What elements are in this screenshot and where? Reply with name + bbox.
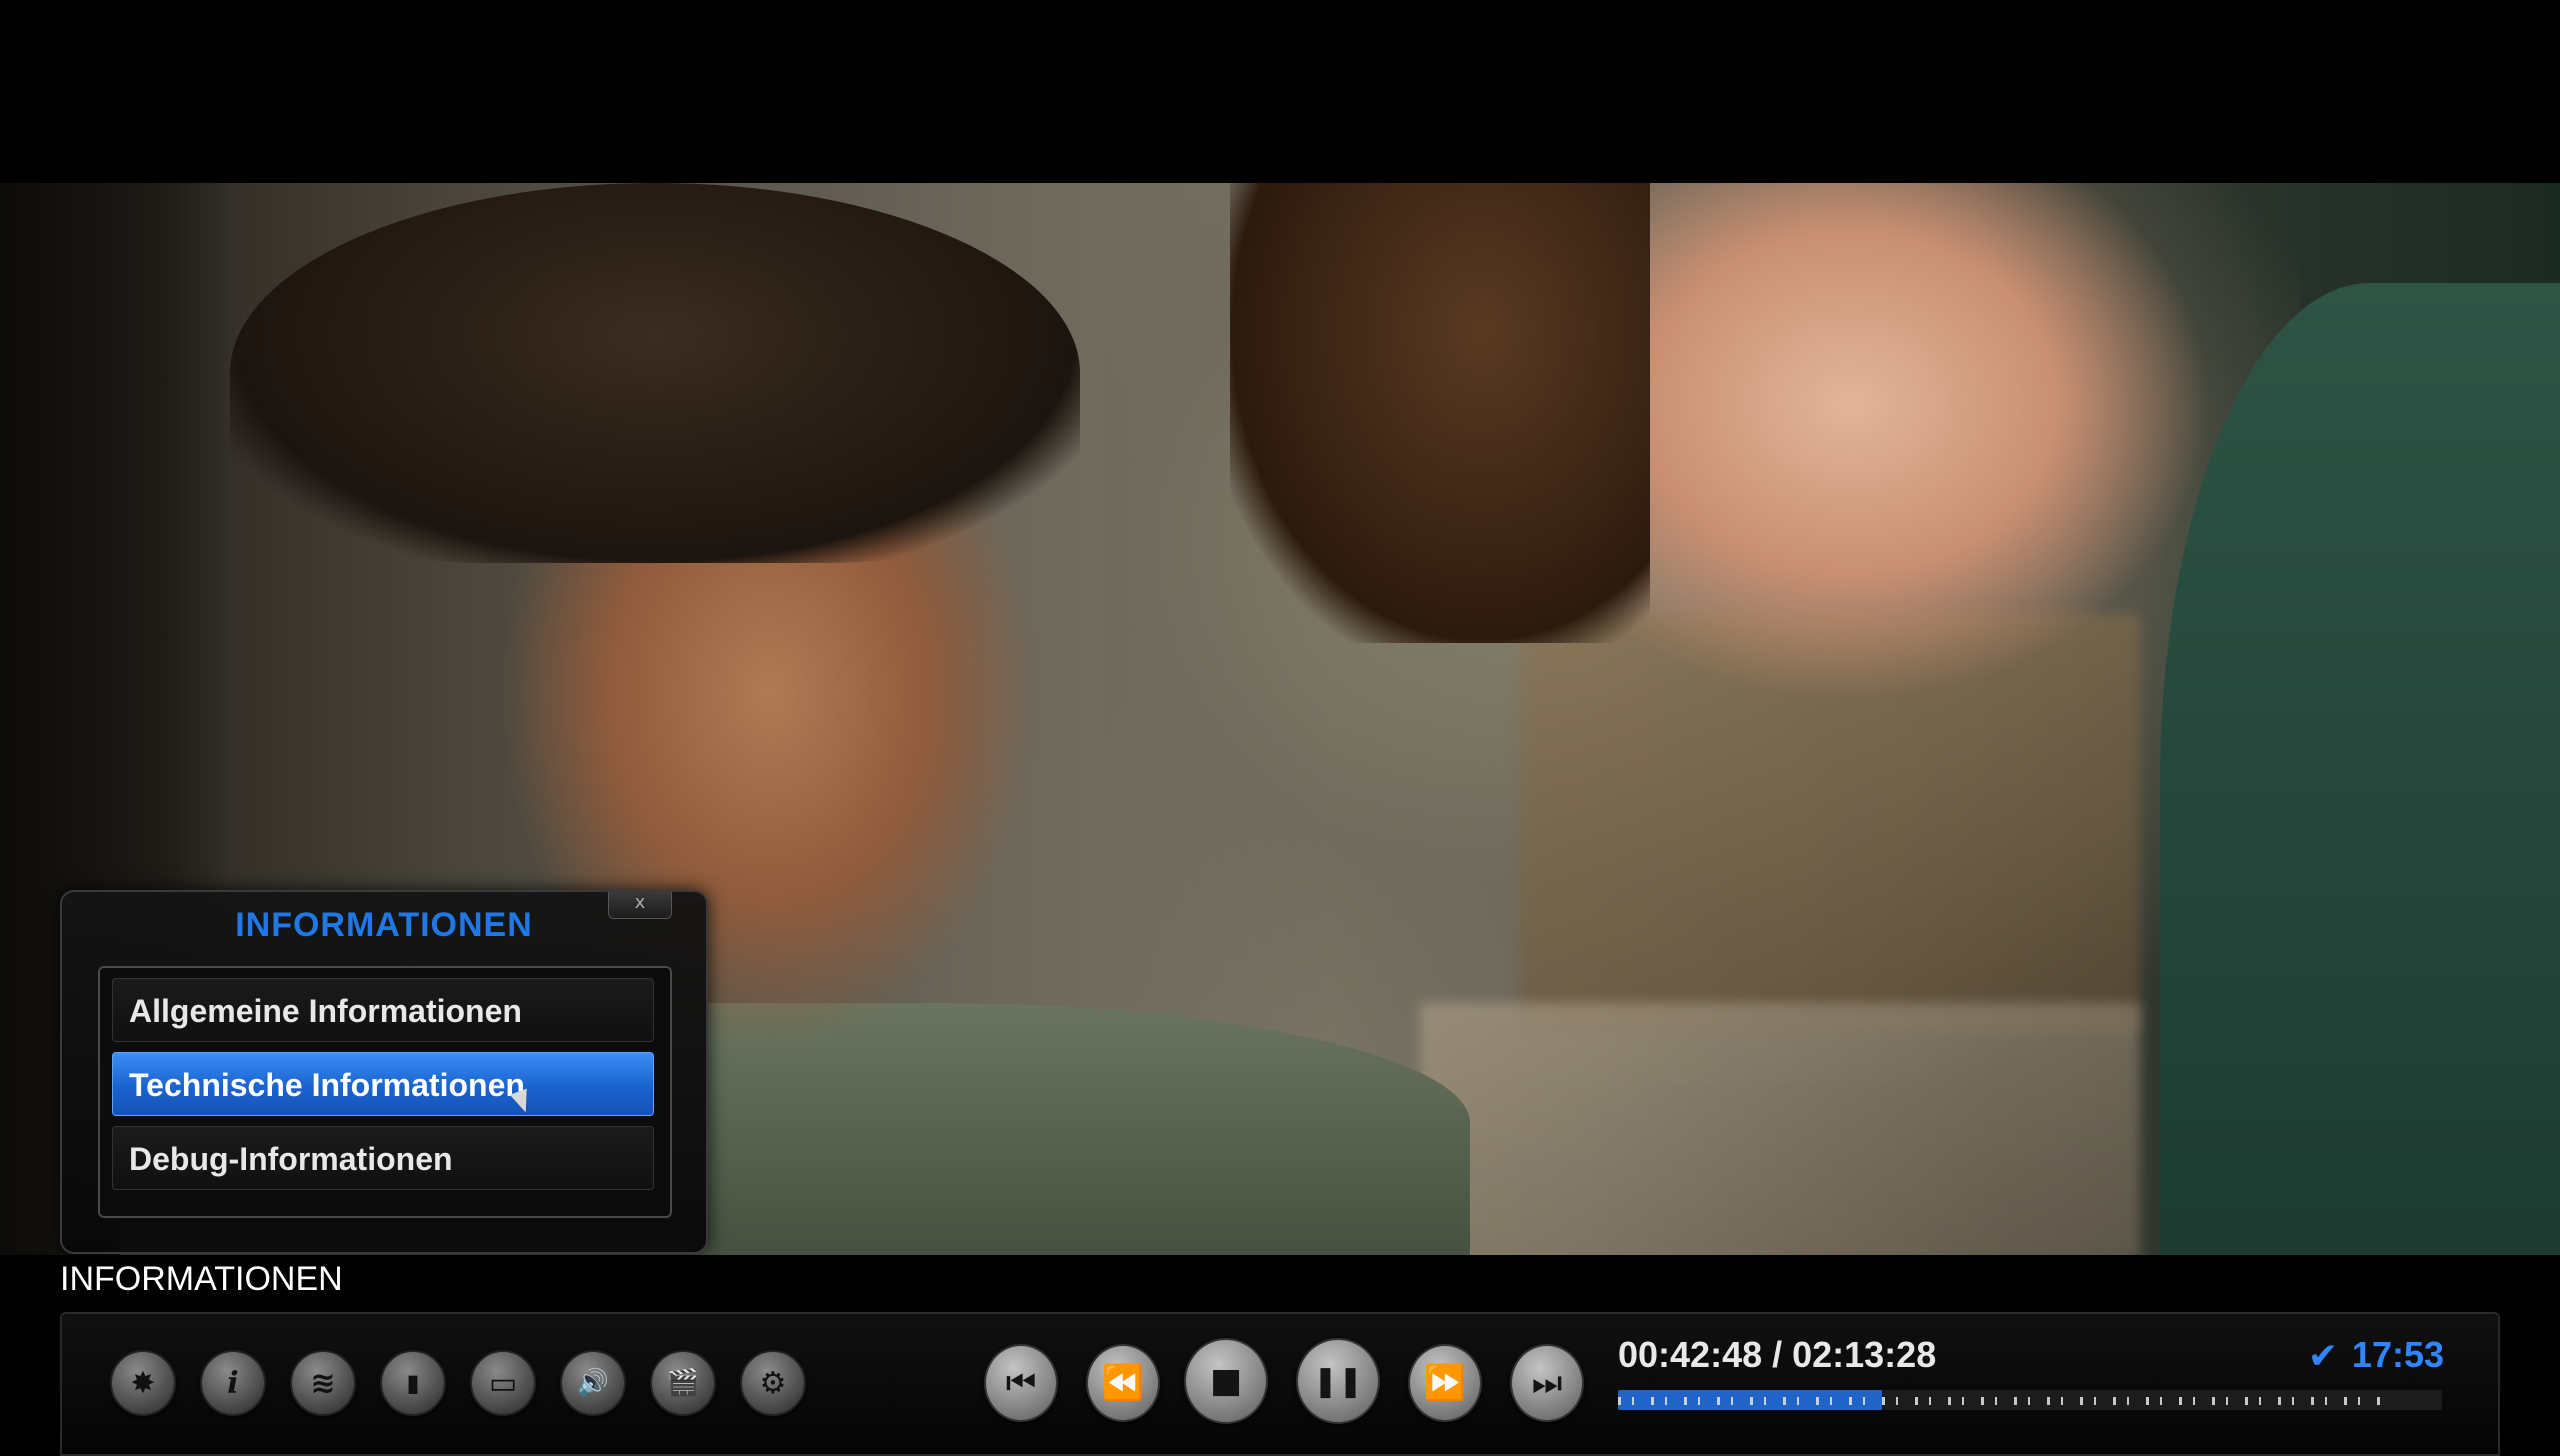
visualization-off-icon: ✸ — [130, 1365, 156, 1401]
bookmark-button[interactable]: ▮ — [380, 1350, 446, 1416]
pause-button[interactable]: ❚❚ — [1296, 1338, 1380, 1424]
bookmark-icon: ▮ — [406, 1369, 420, 1397]
seek-bar-markers — [1618, 1397, 2388, 1405]
subtitles-button[interactable]: ▭ — [470, 1350, 536, 1416]
menu-item-general-info[interactable]: Allgemeine Informationen — [112, 978, 654, 1042]
skip-back-button[interactable]: ⏮ — [984, 1344, 1058, 1422]
audio-button[interactable]: 🔊 — [560, 1350, 626, 1416]
seek-bar[interactable] — [1618, 1390, 2442, 1410]
video-box — [1420, 1003, 2140, 1255]
osd-control-bar: ✸ i ≋ ▮ ▭ 🔊 🎬 ⚙ ⏮ ⏪ ■ ❚❚ ⏩ ⏭ 00:42:48 / … — [60, 1312, 2500, 1456]
skip-forward-icon: ⏭ — [1531, 1363, 1563, 1403]
dialog-title: INFORMATIONEN — [235, 906, 533, 944]
skip-back-icon: ⏮ — [1005, 1363, 1037, 1403]
layers-icon: ≋ — [310, 1365, 336, 1401]
menu-item-label: Technische Informationen — [129, 1067, 525, 1103]
check-icon: ✔ — [2307, 1336, 2338, 1377]
playback-time: 00:42:48 / 02:13:28 — [1618, 1334, 1937, 1375]
stop-button[interactable]: ■ — [1184, 1338, 1268, 1424]
osd-section-label: INFORMATIONEN — [60, 1260, 343, 1298]
fast-forward-icon: ⏩ — [1423, 1363, 1467, 1403]
layers-button[interactable]: ≋ — [290, 1350, 356, 1416]
visualization-off-button[interactable]: ✸ — [110, 1350, 176, 1416]
stop-icon: ■ — [1209, 1361, 1243, 1401]
video-settings-button[interactable]: 🎬 — [650, 1350, 716, 1416]
fast-forward-button[interactable]: ⏩ — [1408, 1344, 1482, 1422]
info-button[interactable]: i — [200, 1350, 266, 1416]
settings-button[interactable]: ⚙ — [740, 1350, 806, 1416]
rewind-button[interactable]: ⏪ — [1086, 1344, 1160, 1422]
pause-icon: ❚❚ — [1312, 1363, 1364, 1399]
menu-item-debug-info[interactable]: Debug-Informationen — [112, 1126, 654, 1190]
information-dialog: x INFORMATIONEN Allgemeine Informationen… — [60, 890, 708, 1254]
video-icon: 🎬 — [666, 1368, 700, 1398]
mouse-cursor-icon — [509, 1088, 535, 1116]
skip-forward-button[interactable]: ⏭ — [1510, 1344, 1584, 1422]
information-menu: Allgemeine Informationen Technische Info… — [98, 966, 672, 1218]
video-figure — [230, 183, 1080, 563]
subtitles-icon: ▭ — [488, 1365, 518, 1401]
settings-icon: ⚙ — [759, 1365, 787, 1401]
audio-icon: 🔊 — [576, 1368, 610, 1398]
rewind-icon: ⏪ — [1101, 1363, 1145, 1403]
video-figure — [1230, 183, 1650, 643]
system-clock: 17:53 — [2351, 1334, 2444, 1375]
info-icon: i — [227, 1365, 239, 1401]
menu-item-technical-info[interactable]: Technische Informationen — [112, 1052, 654, 1116]
